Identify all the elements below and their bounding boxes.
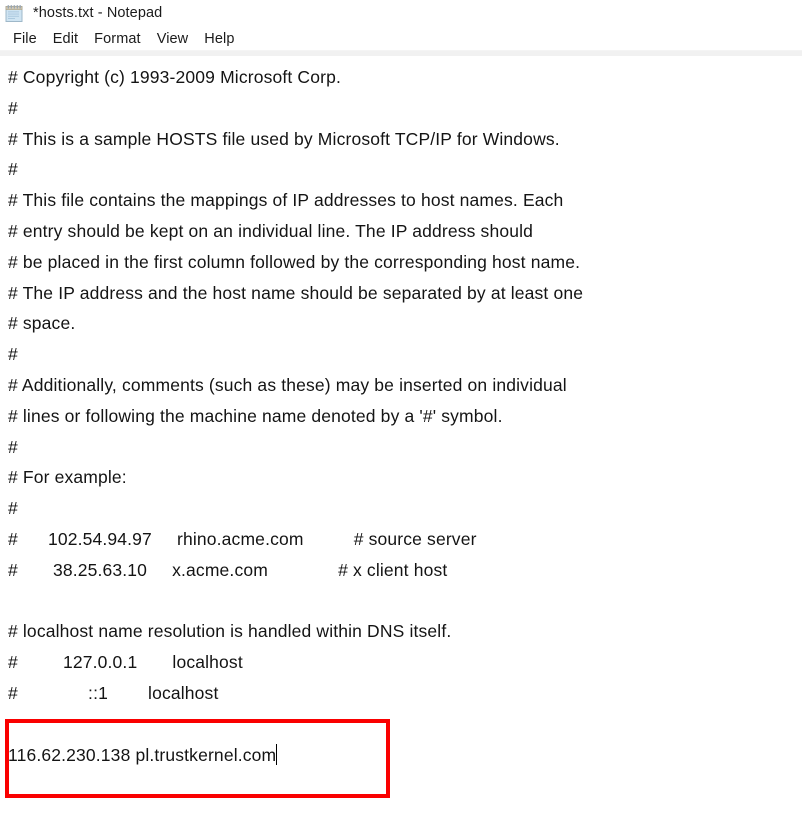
document-line: # — [8, 97, 18, 118]
document-line: # — [8, 498, 18, 519]
document-line: # be placed in the first column followed… — [8, 251, 581, 272]
document-line: 116.62.230.138 pl.trustkernel.com — [8, 743, 278, 765]
document-line: # — [8, 436, 18, 457]
document-line: # 127.0.0.1 localhost — [8, 652, 243, 673]
notepad-icon — [5, 4, 24, 23]
text-caret — [276, 743, 278, 765]
document-line: # 38.25.63.10 x.acme.com # x client host — [8, 559, 448, 580]
document-line: # space. — [8, 313, 76, 334]
notepad-window: *hosts.txt - Notepad File Edit Format Vi… — [0, 0, 802, 836]
document-line: # entry should be kept on an individual … — [8, 220, 534, 241]
document-line: # 102.54.94.97 rhino.acme.com # source s… — [8, 528, 477, 549]
menu-item-file[interactable]: File — [5, 29, 45, 49]
menu-item-help[interactable]: Help — [196, 29, 242, 49]
menu-item-edit[interactable]: Edit — [45, 29, 86, 49]
document-line: # localhost name resolution is handled w… — [8, 621, 452, 642]
menu-item-view[interactable]: View — [149, 29, 197, 49]
menu-item-format[interactable]: Format — [86, 29, 149, 49]
document-line: # The IP address and the host name shoul… — [8, 282, 584, 303]
document-line: # Additionally, comments (such as these)… — [8, 374, 567, 395]
document-line: # Copyright (c) 1993-2009 Microsoft Corp… — [8, 67, 341, 87]
window-title: *hosts.txt - Notepad — [33, 5, 163, 21]
document-line: # — [8, 344, 18, 365]
document-line: # ::1 localhost — [8, 682, 219, 703]
title-bar: *hosts.txt - Notepad — [0, 0, 802, 27]
document-line: # This file contains the mappings of IP … — [8, 190, 564, 211]
menu-bar: File Edit Format View Help — [0, 27, 802, 50]
text-editor-area[interactable]: # Copyright (c) 1993-2009 Microsoft Corp… — [0, 56, 802, 836]
document-line: # — [8, 159, 18, 180]
document-line: # For example: — [8, 467, 127, 488]
document-line: # lines or following the machine name de… — [8, 405, 503, 426]
document-line: # This is a sample HOSTS file used by Mi… — [8, 128, 560, 149]
